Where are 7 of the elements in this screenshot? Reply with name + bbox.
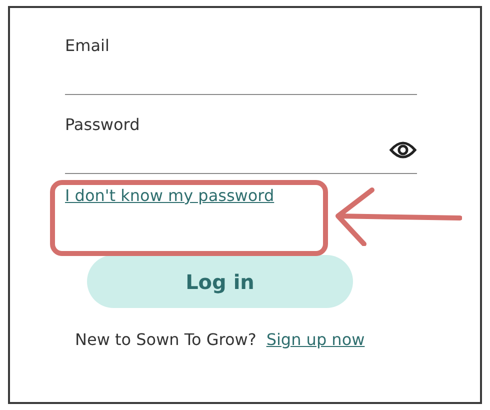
- signup-link[interactable]: Sign up now: [266, 330, 365, 349]
- signup-prompt: New to Sown To Grow?: [75, 330, 256, 349]
- eye-icon[interactable]: [389, 140, 417, 160]
- forgot-password-link[interactable]: I don't know my password: [65, 186, 274, 205]
- field-label: Password: [65, 115, 141, 134]
- field-label: Email: [65, 36, 110, 55]
- login-button[interactable]: Log in: [87, 255, 353, 308]
